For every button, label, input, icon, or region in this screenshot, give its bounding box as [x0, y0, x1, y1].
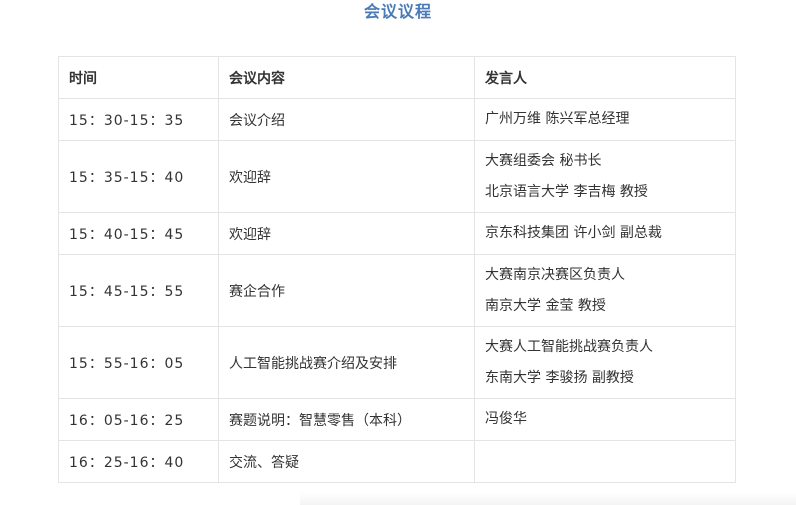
header-content: 会议内容 — [218, 56, 475, 99]
speaker-line: 京东科技集团 许小剑 副总裁 — [485, 225, 662, 241]
agenda-title: 会议议程 — [363, 2, 432, 21]
time-cell: 15：55-16：05 — [58, 326, 219, 399]
time-cell: 15：45-15：55 — [58, 254, 219, 327]
table-row: 15：35-15：40 欢迎辞 大赛组委会 秘书长 北京语言大学 李吉梅 教授 — [58, 140, 736, 213]
table-row: 15：45-15：55 赛企合作 大赛南京决赛区负责人 南京大学 金莹 教授 — [58, 254, 736, 327]
speaker-line: 大赛人工智能挑战赛负责人 — [485, 338, 653, 355]
speaker-line: 大赛南京决赛区负责人 — [485, 266, 625, 283]
header-speaker: 发言人 — [474, 56, 736, 99]
table-row: 16：05-16：25 赛题说明：智慧零售（本科） 冯俊华 — [58, 398, 736, 441]
speaker-line: 广州万维 陈兴军总经理 — [485, 111, 630, 127]
speaker-line: 东南大学 李骏扬 副教授 — [485, 369, 634, 386]
speaker-cell: 广州万维 陈兴军总经理 — [474, 98, 736, 141]
time-cell: 16：05-16：25 — [58, 398, 219, 441]
table-header-row: 时间 会议内容 发言人 — [58, 56, 736, 99]
content-cell: 赛企合作 — [218, 254, 475, 327]
table-row: 15：55-16：05 人工智能挑战赛介绍及安排 大赛人工智能挑战赛负责人 东南… — [58, 326, 736, 399]
content-cell: 赛题说明：智慧零售（本科） — [218, 398, 475, 441]
speaker-cell: 大赛组委会 秘书长 北京语言大学 李吉梅 教授 — [474, 140, 736, 213]
speaker-line: 南京大学 金莹 教授 — [485, 297, 606, 314]
header-time: 时间 — [58, 56, 219, 99]
time-cell: 15：35-15：40 — [58, 140, 219, 213]
speaker-cell — [474, 440, 736, 483]
time-cell: 15：40-15：45 — [58, 212, 219, 255]
content-cell: 会议介绍 — [218, 98, 475, 141]
content-cell: 欢迎辞 — [218, 212, 475, 255]
time-cell: 15：30-15：35 — [58, 98, 219, 141]
content-cell: 人工智能挑战赛介绍及安排 — [218, 326, 475, 399]
speaker-cell: 大赛南京决赛区负责人 南京大学 金莹 教授 — [474, 254, 736, 327]
speaker-cell: 京东科技集团 许小剑 副总裁 — [474, 212, 736, 255]
agenda-table: 时间 会议内容 发言人 15：30-15：35 会议介绍 广州万维 陈兴军总经理… — [58, 56, 736, 483]
content-cell: 交流、答疑 — [218, 440, 475, 483]
bottom-fade — [300, 492, 796, 505]
speaker-line: 北京语言大学 李吉梅 教授 — [485, 183, 648, 200]
time-cell: 16：25-16：40 — [58, 440, 219, 483]
speaker-cell: 大赛人工智能挑战赛负责人 东南大学 李骏扬 副教授 — [474, 326, 736, 399]
table-row: 16：25-16：40 交流、答疑 — [58, 440, 736, 483]
speaker-cell: 冯俊华 — [474, 398, 736, 441]
table-row: 15：30-15：35 会议介绍 广州万维 陈兴军总经理 — [58, 98, 736, 141]
speaker-line: 大赛组委会 秘书长 — [485, 152, 602, 169]
speaker-line: 冯俊华 — [485, 411, 527, 427]
table-row: 15：40-15：45 欢迎辞 京东科技集团 许小剑 副总裁 — [58, 212, 736, 255]
content-cell: 欢迎辞 — [218, 140, 475, 213]
